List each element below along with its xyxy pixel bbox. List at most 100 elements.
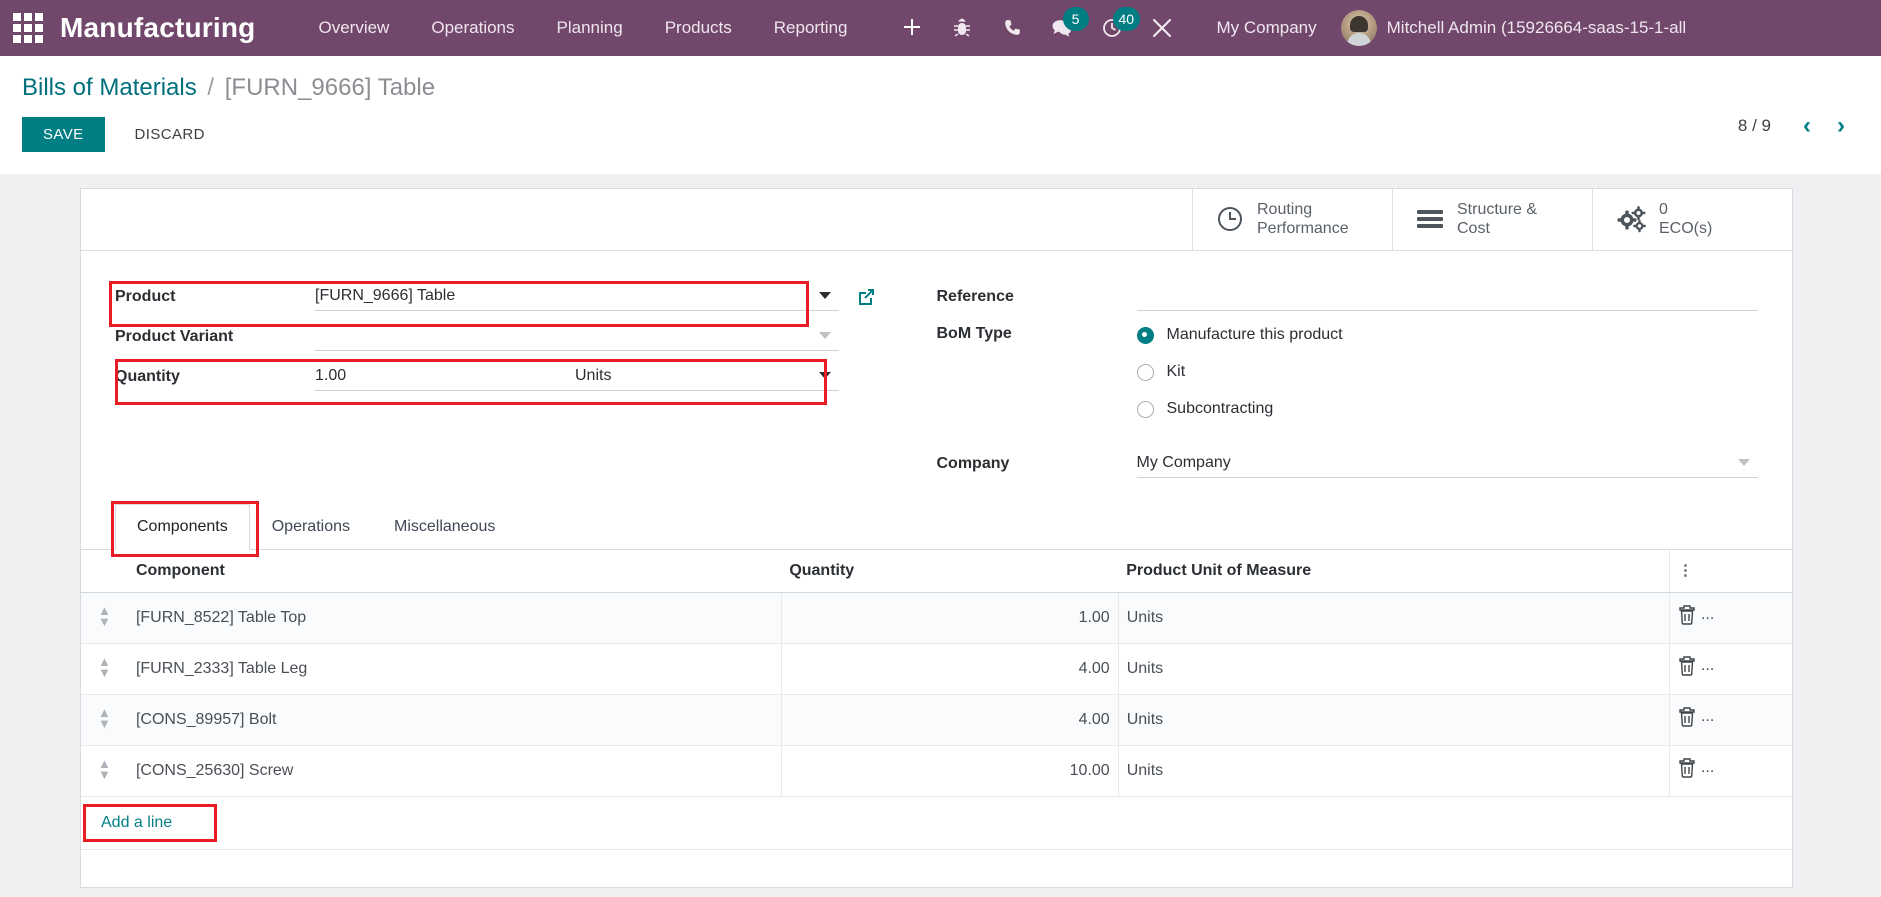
cell-component[interactable]: [CONS_25630] Screw	[127, 745, 782, 797]
tab-components[interactable]: Components	[115, 503, 250, 550]
chat-icon[interactable]: 5	[1037, 0, 1089, 56]
company-input[interactable]: My Company	[1136, 450, 1758, 478]
apps-grid-icon[interactable]	[10, 10, 46, 46]
nav-menu-planning[interactable]: Planning	[536, 0, 644, 56]
trash-icon[interactable]: ...	[1678, 656, 1714, 677]
cell-quantity[interactable]: 10.00	[781, 745, 1119, 797]
cell-delete[interactable]: ...	[1668, 592, 1792, 644]
chevron-down-icon[interactable]	[1738, 458, 1750, 466]
cell-component[interactable]: [CONS_89957] Bolt	[127, 694, 782, 746]
quantity-label: Quantity	[115, 367, 180, 385]
table-row[interactable]: ▲ ▼ [FURN_8522] Table Top 1.00 Units ...	[81, 592, 1792, 644]
trash-icon[interactable]: ...	[1678, 605, 1714, 626]
row-drag-cell[interactable]: ▲ ▼	[81, 694, 128, 746]
header-component[interactable]: Component	[127, 549, 782, 593]
row-drag-cell[interactable]: ▲ ▼	[81, 745, 128, 797]
radio-option-subcontracting[interactable]: Subcontracting	[1136, 391, 1759, 428]
cell-quantity[interactable]: 4.00	[781, 694, 1119, 746]
avatar[interactable]	[1340, 10, 1377, 46]
drag-handle-icon[interactable]: ▲ ▼	[98, 757, 111, 781]
tab-operations[interactable]: Operations	[250, 504, 372, 550]
cell-uom[interactable]: Units	[1118, 694, 1670, 746]
external-link-icon[interactable]	[855, 286, 877, 308]
table-body: ▲▼ [FURN_8522] Table Top 1.00 Units ...	[81, 592, 1792, 850]
stat-line-1: 0	[1659, 201, 1668, 219]
breadcrumb-root-link[interactable]: Bills of Materials	[22, 74, 197, 101]
stat-button-routing-performance[interactable]: Routing Performance	[1192, 188, 1392, 250]
cell-uom[interactable]: Units	[1118, 643, 1670, 695]
nav-menu-products[interactable]: Products	[644, 0, 753, 56]
trash-icon[interactable]: ...	[1678, 707, 1714, 728]
phone-icon[interactable]	[987, 0, 1037, 56]
add-a-line-button[interactable]: Add a line	[89, 809, 184, 837]
radio-label[interactable]: Kit	[1167, 363, 1186, 381]
form-column-left: Product [FURN_9666] Table Product Varian…	[109, 277, 937, 484]
product-input[interactable]: [FURN_9666] Table	[315, 283, 839, 311]
navbar-company-selector[interactable]: My Company	[1201, 18, 1333, 38]
cell-component[interactable]: [FURN_2333] Table Leg	[127, 643, 782, 695]
chevron-left-icon[interactable]: ‹	[1793, 112, 1821, 140]
form-column-right: Reference BoM Type Manufacture this prod…	[936, 277, 1759, 484]
cell-uom[interactable]: Units	[1118, 745, 1670, 797]
form-fields-area: Product [FURN_9666] Table Product Varian…	[81, 251, 1792, 492]
cell-delete[interactable]: ...	[1668, 643, 1792, 695]
tab-miscellaneous[interactable]: Miscellaneous	[372, 504, 517, 550]
field-row-reference: Reference	[936, 277, 1758, 317]
chevron-right-icon[interactable]: ›	[1827, 112, 1855, 140]
tools-icon[interactable]	[1137, 0, 1187, 56]
table-row[interactable]: ▲ ▼ [CONS_25630] Screw 10.00 Units ...	[81, 745, 1792, 797]
cell-quantity[interactable]: 4.00	[781, 643, 1119, 695]
table-row[interactable]: ▲ ▼ [CONS_89957] Bolt 4.00 Units ...	[81, 694, 1792, 746]
reference-label: Reference	[936, 287, 1014, 305]
cell-uom[interactable]: Units	[1118, 592, 1670, 644]
plus-icon[interactable]	[887, 0, 937, 56]
components-table: Component Quantity Product Unit of Measu…	[81, 549, 1792, 850]
nav-menu-overview[interactable]: Overview	[297, 0, 410, 56]
product-variant-input[interactable]	[315, 323, 839, 351]
field-row-product: Product [FURN_9666] Table	[115, 277, 877, 317]
stat-button-ecos[interactable]: 0 ECO(s)	[1592, 188, 1792, 250]
drag-handle-icon[interactable]: ▲ ▼	[98, 706, 111, 730]
chevron-down-icon[interactable]	[818, 331, 831, 339]
row-drag-cell[interactable]: ▲ ▼	[81, 592, 128, 644]
navbar-icon-group: 5 40	[887, 0, 1187, 56]
app-brand-title[interactable]: Manufacturing	[52, 12, 255, 44]
radio-label[interactable]: Manufacture this product	[1167, 326, 1343, 344]
radio-option-manufacture[interactable]: Manufacture this product	[1136, 317, 1759, 354]
radio-icon[interactable]	[1136, 400, 1154, 418]
header-quantity[interactable]: Quantity	[781, 549, 1119, 593]
chevron-down-icon[interactable]	[818, 371, 831, 379]
row-drag-cell[interactable]: ▲ ▼	[81, 643, 128, 695]
bom-type-label: BoM Type	[936, 324, 1012, 342]
chevron-down-icon[interactable]	[818, 291, 831, 299]
nav-menu-operations[interactable]: Operations	[410, 0, 535, 56]
radio-label[interactable]: Subcontracting	[1167, 400, 1274, 418]
activity-clock-icon[interactable]: 40	[1087, 0, 1141, 56]
vertical-dots-icon[interactable]: ⋮	[1678, 562, 1693, 579]
bug-icon[interactable]	[937, 0, 987, 56]
drag-handle-icon[interactable]: ▲ ▼	[98, 604, 111, 628]
drag-handle-icon[interactable]: ▲ ▼	[98, 655, 111, 679]
radio-icon[interactable]	[1136, 326, 1154, 344]
top-navbar: Manufacturing Overview Operations Planni…	[0, 0, 1881, 56]
cell-quantity[interactable]: 1.00	[781, 592, 1119, 644]
add-line-row: Add a line	[81, 796, 1792, 850]
user-menu-label[interactable]: Mitchell Admin (15926664-saas-15-1-all	[1387, 18, 1687, 38]
trash-icon[interactable]: ...	[1678, 758, 1714, 779]
quantity-input[interactable]: 1.00 Units	[315, 363, 839, 391]
add-line-cell: Add a line	[81, 796, 1792, 850]
header-uom[interactable]: Product Unit of Measure	[1118, 549, 1670, 593]
cell-component[interactable]: [FURN_8522] Table Top	[127, 592, 782, 644]
table-row[interactable]: ▲ ▼ [FURN_2333] Table Leg 4.00 Units ...	[81, 643, 1792, 695]
discard-button[interactable]: DISCARD	[117, 117, 223, 152]
stat-button-structure-cost[interactable]: Structure & Cost	[1392, 188, 1592, 250]
nav-menu-reporting[interactable]: Reporting	[753, 0, 869, 56]
product-variant-label: Product Variant	[115, 327, 234, 345]
cell-delete[interactable]: ...	[1668, 745, 1792, 797]
quantity-uom-value[interactable]: Units	[575, 362, 611, 390]
reference-input[interactable]	[1136, 283, 1758, 311]
cell-delete[interactable]: ...	[1668, 694, 1792, 746]
radio-option-kit[interactable]: Kit	[1136, 354, 1759, 391]
save-button[interactable]: SAVE	[22, 116, 105, 152]
radio-icon[interactable]	[1136, 363, 1154, 381]
